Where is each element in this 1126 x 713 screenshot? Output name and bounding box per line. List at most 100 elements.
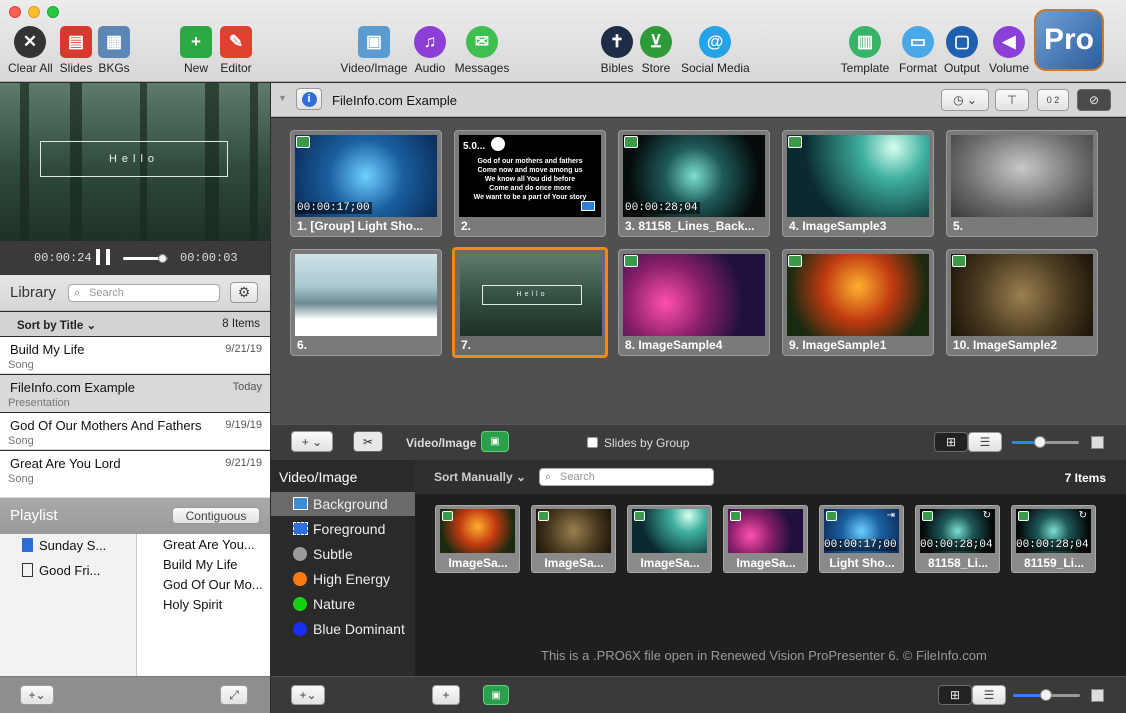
lyric-line: God of our mothers and fathers [477, 158, 583, 165]
media-category-high-energy[interactable]: High Energy [271, 567, 415, 591]
library-item[interactable]: Great Are You Lord 9/21/19 Song [0, 451, 270, 498]
add-media-button[interactable]: + [432, 685, 460, 705]
media-category-nature[interactable]: Nature [271, 592, 415, 616]
store-button[interactable]: ⊻ Store [640, 26, 672, 75]
playback-knob[interactable] [158, 254, 167, 263]
format-button[interactable]: ▭ Format [898, 26, 938, 75]
playlist-item[interactable]: Holy Spirit [163, 597, 222, 612]
social-media-button[interactable]: @ Social Media [681, 26, 750, 75]
image-type-icon [624, 136, 638, 148]
template-button[interactable]: ▥ Template [840, 26, 890, 75]
slide-tile[interactable]: 6. [290, 249, 442, 356]
video-image-button[interactable]: ▣ Video/Image [340, 26, 408, 75]
clear-bkgs-button[interactable]: ▦ BKGs [98, 26, 130, 75]
editor-button[interactable]: ✎ Editor [218, 26, 254, 75]
messages-button[interactable]: ✉ Messages [454, 26, 510, 75]
library-sort-dropdown[interactable]: Sort by Title ⌄ [17, 318, 96, 332]
playback-progress-slider[interactable] [123, 254, 168, 263]
library-item-kind: Presentation [8, 397, 70, 409]
media-thumb[interactable]: ↻ 00:00:28;04 81159_Li... [1011, 505, 1096, 573]
zoom-window-button[interactable] [47, 6, 59, 18]
clear-all-button[interactable]: ✕ Clear All [8, 26, 53, 75]
library-item[interactable]: God Of Our Mothers And Fathers 9/19/19 S… [0, 413, 270, 450]
add-media-playlist-button[interactable]: +⌄ [291, 685, 325, 705]
slide-label: 4. ImageSample3 [789, 219, 887, 233]
playlist-folder[interactable]: Sunday S... [22, 538, 106, 553]
minimize-window-button[interactable] [28, 6, 40, 18]
cut-button[interactable]: ✂ [353, 431, 383, 452]
slide-tile[interactable]: 00:00:28;04 3. 81158_Lines_Back... [618, 130, 770, 237]
remaining-time: 00:00:03 [180, 251, 238, 265]
library-item-selected[interactable]: FileInfo.com Example Today Presentation [0, 375, 270, 412]
slide-tile[interactable]: 9. ImageSample1 [782, 249, 934, 356]
media-category-foreground[interactable]: Foreground [271, 517, 415, 541]
library-search-input[interactable]: ⌕ Search [68, 284, 220, 302]
timer-dropdown[interactable]: ◷ ⌄ [941, 89, 989, 111]
arrangement-button[interactable]: ⊤ [995, 89, 1029, 111]
image-type-icon [624, 255, 638, 267]
slide-label: 5. [953, 219, 964, 233]
media-sort-dropdown[interactable]: Sort Manually ⌄ [434, 470, 526, 484]
playlist-folder[interactable]: Good Fri... [22, 563, 100, 578]
media-sort-bar: Sort Manually ⌄ ⌕ Search 7 Items [415, 460, 1126, 494]
media-size-slider[interactable] [1013, 689, 1080, 701]
media-thumb[interactable]: ↻ 00:00:28;04 81158_Li... [915, 505, 1000, 573]
media-type-toggle[interactable]: ▣ [483, 685, 509, 705]
playlist-item[interactable]: Great Are You... [163, 537, 255, 552]
media-category-subtle[interactable]: Subtle [271, 542, 415, 566]
slide-tile[interactable]: 8. ImageSample4 [618, 249, 770, 356]
elapsed-time: 00:00:24 [34, 251, 92, 265]
grid-view-button[interactable]: ⊞ [934, 432, 968, 452]
slide-tile[interactable]: 4. ImageSample3 [782, 130, 934, 237]
audio-icon: ♫ [414, 26, 446, 58]
media-size-knob[interactable] [1040, 689, 1052, 701]
pause-icon[interactable] [96, 249, 110, 265]
media-thumb[interactable]: ImageSa... [435, 505, 520, 573]
document-info-button[interactable]: i [296, 88, 322, 110]
media-thumb[interactable]: ImageSa... [723, 505, 808, 573]
slide-size-knob[interactable] [1034, 436, 1046, 448]
slide-tile[interactable]: 5. [946, 130, 1098, 237]
image-type-icon [1018, 511, 1029, 521]
media-search-input[interactable]: ⌕ Search [539, 468, 714, 486]
library-item[interactable]: Build My Life 9/21/19 Song [0, 337, 270, 374]
video-image-toggle[interactable]: ▣ [481, 431, 509, 452]
bibles-button[interactable]: ✝ Bibles [600, 26, 634, 75]
slide-tile[interactable]: God of our mothers and fathers Come now … [454, 130, 606, 237]
library-item-date: 9/19/19 [225, 419, 262, 431]
volume-button[interactable]: ◀ Volume [988, 26, 1030, 75]
slide-tile[interactable]: 00:00:17;00 1. [Group] Light Sho... [290, 130, 442, 237]
media-thumb[interactable]: ImageSa... [627, 505, 712, 573]
media-grid-view-button[interactable]: ⊞ [938, 685, 972, 705]
expand-button[interactable]: ⤢ [220, 685, 248, 705]
playlist-mode-button[interactable]: Contiguous [172, 507, 260, 524]
aspect-icon[interactable] [1091, 689, 1104, 702]
new-button[interactable]: + New [180, 26, 212, 75]
add-playlist-button[interactable]: +⌄ [20, 685, 54, 705]
slides-by-group-checkbox[interactable] [587, 437, 598, 448]
media-category-background[interactable]: Background [271, 492, 415, 516]
close-window-button[interactable] [9, 6, 21, 18]
slide-tile-selected[interactable]: Hello 7. [452, 247, 608, 358]
slide-tile[interactable]: 10. ImageSample2 [946, 249, 1098, 356]
slide-size-slider[interactable] [1012, 436, 1079, 448]
counter-button[interactable]: 0 2 [1037, 89, 1069, 111]
media-thumb[interactable]: ImageSa... [531, 505, 616, 573]
disable-button[interactable]: ⊘ [1077, 89, 1111, 111]
library-settings-button[interactable]: ⚙ [230, 282, 258, 303]
add-slide-button[interactable]: + ⌄ [291, 431, 333, 452]
clear-slides-button[interactable]: ▤ Slides [58, 26, 94, 75]
list-icon: ☰ [979, 435, 991, 449]
slide-image [951, 254, 1093, 336]
playlist-item[interactable]: Build My Life [163, 557, 237, 572]
media-list-view-button[interactable]: ☰ [972, 685, 1006, 705]
playlist-item[interactable]: God Of Our Mo... [163, 577, 263, 592]
scissors-icon: ✂ [362, 434, 374, 449]
media-thumb[interactable]: ⇥ 00:00:17;00 Light Sho... [819, 505, 904, 573]
output-button[interactable]: ▢ Output [943, 26, 981, 75]
list-view-button[interactable]: ☰ [968, 432, 1002, 452]
media-category-blue-dominant[interactable]: Blue Dominant [271, 617, 415, 641]
aspect-icon[interactable] [1091, 436, 1104, 449]
disclosure-triangle-icon[interactable]: ▼ [278, 93, 287, 103]
audio-button[interactable]: ♫ Audio [413, 26, 447, 75]
